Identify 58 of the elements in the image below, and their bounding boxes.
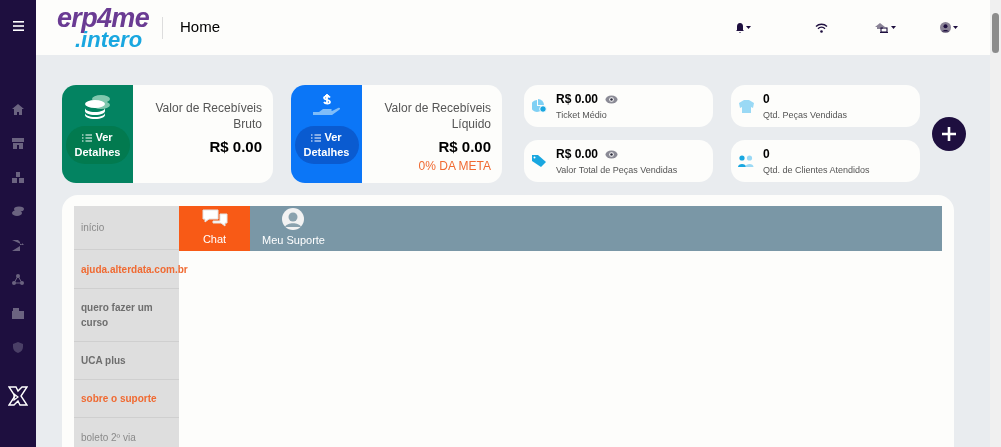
card-value: R$ 0.00	[438, 138, 491, 156]
tag-icon	[532, 155, 546, 167]
support-menu-item[interactable]: sobre o suporte	[81, 391, 157, 406]
menu-icon[interactable]	[12, 21, 24, 31]
people-icon	[738, 155, 754, 167]
details-button[interactable]: Ver Detalhes	[294, 126, 359, 164]
goal-percentage: 0% DA META	[418, 159, 491, 173]
list-icon	[311, 133, 322, 142]
user-avatar-icon	[940, 22, 951, 33]
shirt-icon	[738, 99, 754, 113]
pie-chart-icon	[531, 99, 547, 113]
scrollbar[interactable]	[990, 0, 1001, 447]
store-icon[interactable]	[12, 138, 24, 149]
user-menu-button[interactable]	[940, 22, 958, 33]
caret-icon	[746, 26, 751, 29]
card-value: R$ 0.00	[209, 138, 262, 156]
add-button[interactable]	[932, 117, 966, 151]
stat-value: R$ 0.00	[556, 91, 599, 107]
stat-label: Valor Total de Peças Vendidas	[556, 164, 678, 176]
eye-icon[interactable]	[605, 94, 619, 104]
network-icon[interactable]	[12, 274, 24, 285]
support-menu-item[interactable]: boleto 2º via	[81, 430, 136, 445]
page-title: Home	[180, 17, 221, 38]
boxes-icon[interactable]	[12, 172, 24, 183]
details-button[interactable]: Ver Detalhes	[65, 126, 130, 164]
store-switch-button[interactable]	[875, 22, 896, 33]
home-icon[interactable]	[12, 104, 24, 115]
avatar-icon	[282, 208, 305, 231]
list-icon	[82, 133, 93, 142]
wifi-icon[interactable]	[815, 22, 828, 33]
support-menu-item[interactable]: ajuda.alterdata.com.br	[81, 261, 188, 277]
notifications-button[interactable]	[736, 22, 751, 33]
stat-label: Qtd. Peças Vendidas	[763, 109, 848, 121]
scrollbar-thumb[interactable]	[992, 13, 999, 53]
support-menu-item[interactable]: início	[81, 220, 105, 235]
support-tab[interactable]: Meu Suporte	[250, 206, 337, 251]
chat-icon	[201, 209, 228, 230]
caret-icon	[891, 26, 896, 29]
plus-icon	[941, 126, 957, 142]
card-title: Valor de Recebíveis Líquido	[383, 100, 491, 132]
coins-icon[interactable]	[12, 206, 24, 217]
bell-icon	[736, 22, 744, 33]
coins-icon	[84, 94, 111, 119]
stat-label: Qtd. de Clientes Atendidos	[763, 164, 870, 176]
app-logo-icon[interactable]	[8, 386, 28, 406]
support-menu-item[interactable]: UCA plus	[81, 353, 126, 368]
shield-icon[interactable]	[12, 342, 24, 353]
register-icon[interactable]	[12, 308, 24, 319]
card-title: Valor de Recebíveis Bruto	[154, 100, 262, 132]
stat-value: 0	[763, 91, 770, 107]
stat-label: Ticket Médio	[556, 109, 608, 121]
support-tab[interactable]: Chat	[179, 206, 250, 251]
support-menu-item[interactable]: quero fazer um curso	[81, 300, 175, 330]
stat-value: 0	[763, 146, 770, 162]
eye-icon[interactable]	[605, 149, 619, 159]
caret-icon	[953, 26, 958, 29]
stat-value: R$ 0.00	[556, 146, 599, 162]
home-laptop-icon	[875, 22, 889, 33]
